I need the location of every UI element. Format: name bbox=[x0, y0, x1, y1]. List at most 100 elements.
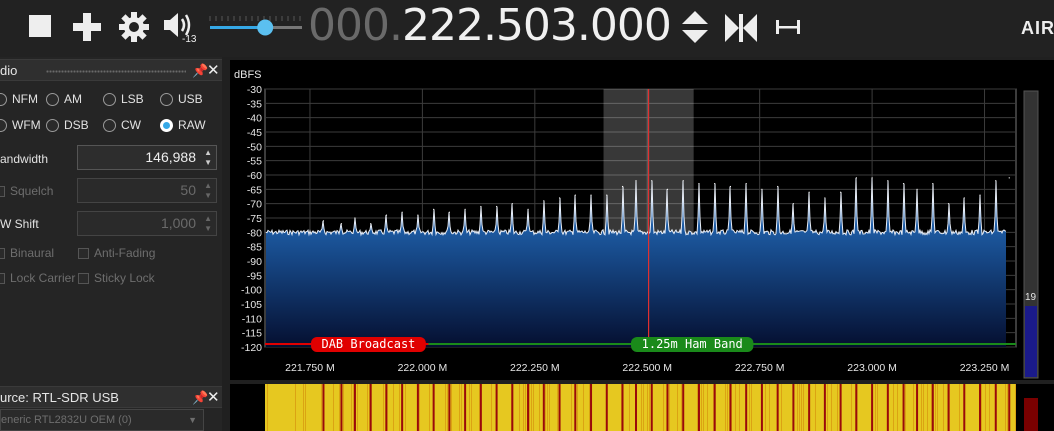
mode-label: CW bbox=[121, 118, 141, 132]
frequency-display[interactable]: 000.222.503.000 bbox=[308, 1, 672, 51]
waterfall-trace bbox=[621, 384, 624, 431]
mode-radio-raw[interactable]: RAW bbox=[160, 118, 206, 132]
waterfall-noise bbox=[769, 384, 770, 431]
pin-icon[interactable]: 📌 bbox=[192, 63, 208, 79]
center-tune-button[interactable] bbox=[723, 12, 759, 44]
waterfall-noise bbox=[937, 384, 938, 431]
waterfall-noise bbox=[913, 384, 914, 431]
radio-indicator bbox=[103, 118, 116, 132]
squelch-value: 50 bbox=[180, 182, 196, 198]
waterfall-display[interactable] bbox=[230, 384, 1054, 431]
device-value: eneric RTL2832U OEM (0) bbox=[1, 414, 132, 426]
mode-radio-dsb[interactable]: DSB bbox=[46, 118, 89, 132]
cw-shift-input[interactable]: 1,000 ▲ ▼ bbox=[77, 211, 217, 236]
sticky-lock-checkbox[interactable]: Sticky Lock bbox=[78, 271, 155, 285]
waterfall-noise bbox=[545, 384, 546, 431]
mode-radio-lsb[interactable]: LSB bbox=[103, 92, 144, 106]
volume-slider[interactable] bbox=[208, 12, 304, 42]
close-icon[interactable]: ✕ bbox=[207, 61, 220, 79]
mode-radio-am[interactable]: AM bbox=[46, 92, 82, 106]
waterfall-noise bbox=[557, 384, 558, 431]
spectrum-peak bbox=[543, 200, 545, 202]
spin-down-icon[interactable]: ▼ bbox=[204, 225, 212, 233]
checkbox-box bbox=[0, 272, 5, 284]
pin-icon[interactable]: 📌 bbox=[192, 390, 208, 406]
cw-shift-label: W Shift bbox=[0, 217, 39, 231]
squelch-checkbox[interactable]: Squelch bbox=[0, 184, 53, 198]
chevron-down-icon: ▼ bbox=[188, 415, 197, 425]
zoom-fit-button[interactable] bbox=[774, 16, 802, 38]
add-button[interactable] bbox=[72, 12, 102, 42]
waterfall-noise bbox=[981, 384, 982, 431]
up-down-arrows-icon bbox=[682, 11, 708, 43]
bandwidth-value: 146,988 bbox=[145, 149, 196, 165]
spectrum-peak bbox=[947, 203, 950, 205]
lock-carrier-label: Lock Carrier bbox=[10, 271, 76, 285]
waterfall-trace bbox=[839, 384, 842, 431]
close-icon[interactable]: ✕ bbox=[207, 388, 220, 406]
spectrum-display[interactable]: dBFS -30 -35 -40 -45 -50 -55 -60 -65 -70 -75 -80 -85… bbox=[230, 60, 1054, 380]
radio-indicator bbox=[0, 92, 7, 106]
waterfall-noise bbox=[539, 384, 540, 431]
spin-up-icon[interactable]: ▲ bbox=[204, 215, 212, 223]
waterfall-noise bbox=[663, 384, 664, 431]
waterfall-trace bbox=[947, 384, 950, 431]
x-tick-label: 222.500 M bbox=[622, 362, 672, 374]
sticky-lock-label: Sticky Lock bbox=[94, 271, 155, 285]
spectrum-peak bbox=[511, 203, 513, 205]
width-arrows-icon bbox=[776, 20, 800, 34]
spin-up-icon[interactable]: ▲ bbox=[204, 149, 212, 157]
spectrum-peak bbox=[916, 188, 918, 190]
waterfall-noise bbox=[837, 384, 838, 431]
settings-button[interactable] bbox=[118, 11, 150, 43]
source-panel-title: urce: RTL-SDR USB bbox=[0, 390, 119, 405]
drag-handle[interactable] bbox=[46, 70, 186, 73]
device-select[interactable]: eneric RTL2832U OEM (0) ▼ bbox=[0, 409, 204, 431]
waterfall-noise bbox=[491, 384, 492, 431]
spectrum-peak bbox=[808, 191, 810, 193]
anti-fading-label: Anti-Fading bbox=[94, 246, 156, 260]
spin-up-icon[interactable]: ▲ bbox=[204, 182, 212, 190]
spectrum-peak bbox=[963, 197, 965, 199]
binaural-checkbox[interactable]: Binaural bbox=[0, 246, 54, 260]
spin-down-icon[interactable]: ▼ bbox=[204, 159, 212, 167]
y-tick-label: -120 bbox=[241, 342, 262, 354]
waterfall-noise bbox=[525, 384, 526, 431]
mode-radio-usb[interactable]: USB bbox=[160, 92, 203, 106]
waterfall-noise bbox=[399, 384, 400, 431]
anti-fading-checkbox[interactable]: Anti-Fading bbox=[78, 246, 155, 260]
spin-down-icon[interactable]: ▼ bbox=[204, 192, 212, 200]
y-tick-label: -100 bbox=[241, 285, 262, 297]
y-tick-label: -75 bbox=[247, 213, 262, 225]
waterfall-trace bbox=[650, 384, 653, 431]
spectrum-peak bbox=[495, 205, 498, 208]
waterfall-noise bbox=[469, 384, 470, 431]
checkbox-box bbox=[0, 247, 5, 259]
volume-button[interactable]: -13 bbox=[162, 10, 198, 50]
waterfall-noise bbox=[669, 384, 670, 431]
bandwidth-input[interactable]: 146,988 ▲ ▼ bbox=[77, 145, 217, 170]
frequency-step-button[interactable] bbox=[680, 8, 710, 46]
squelch-input[interactable]: 50 ▲ ▼ bbox=[77, 178, 217, 203]
mode-radio-wfm[interactable]: WFM bbox=[0, 118, 41, 132]
waterfall-noise bbox=[827, 384, 828, 431]
y-tick-label: -115 bbox=[242, 328, 262, 340]
left-panel: dio 📌 ✕ NFM AM LSB USB WFM DSB CW RAW an… bbox=[0, 57, 222, 431]
spectrum-peak bbox=[433, 208, 435, 210]
mode-label: USB bbox=[178, 92, 203, 106]
waterfall-trace bbox=[542, 384, 545, 431]
waterfall-noise bbox=[989, 384, 990, 431]
waterfall-noise bbox=[321, 384, 322, 431]
waterfall-trace bbox=[729, 384, 732, 431]
lock-carrier-checkbox[interactable]: Lock Carrier bbox=[0, 271, 75, 285]
band-label: 1.25m Ham Band bbox=[642, 337, 743, 351]
waterfall-trace bbox=[697, 384, 700, 431]
waterfall-noise bbox=[519, 384, 520, 431]
mode-radio-nfm[interactable]: NFM bbox=[0, 92, 38, 106]
waterfall-noise bbox=[831, 384, 832, 431]
stop-button[interactable] bbox=[28, 14, 52, 38]
waterfall-noise bbox=[815, 384, 816, 431]
mode-radio-cw[interactable]: CW bbox=[103, 118, 141, 132]
waterfall-trace bbox=[322, 384, 325, 431]
waterfall-meter bbox=[1024, 398, 1038, 431]
